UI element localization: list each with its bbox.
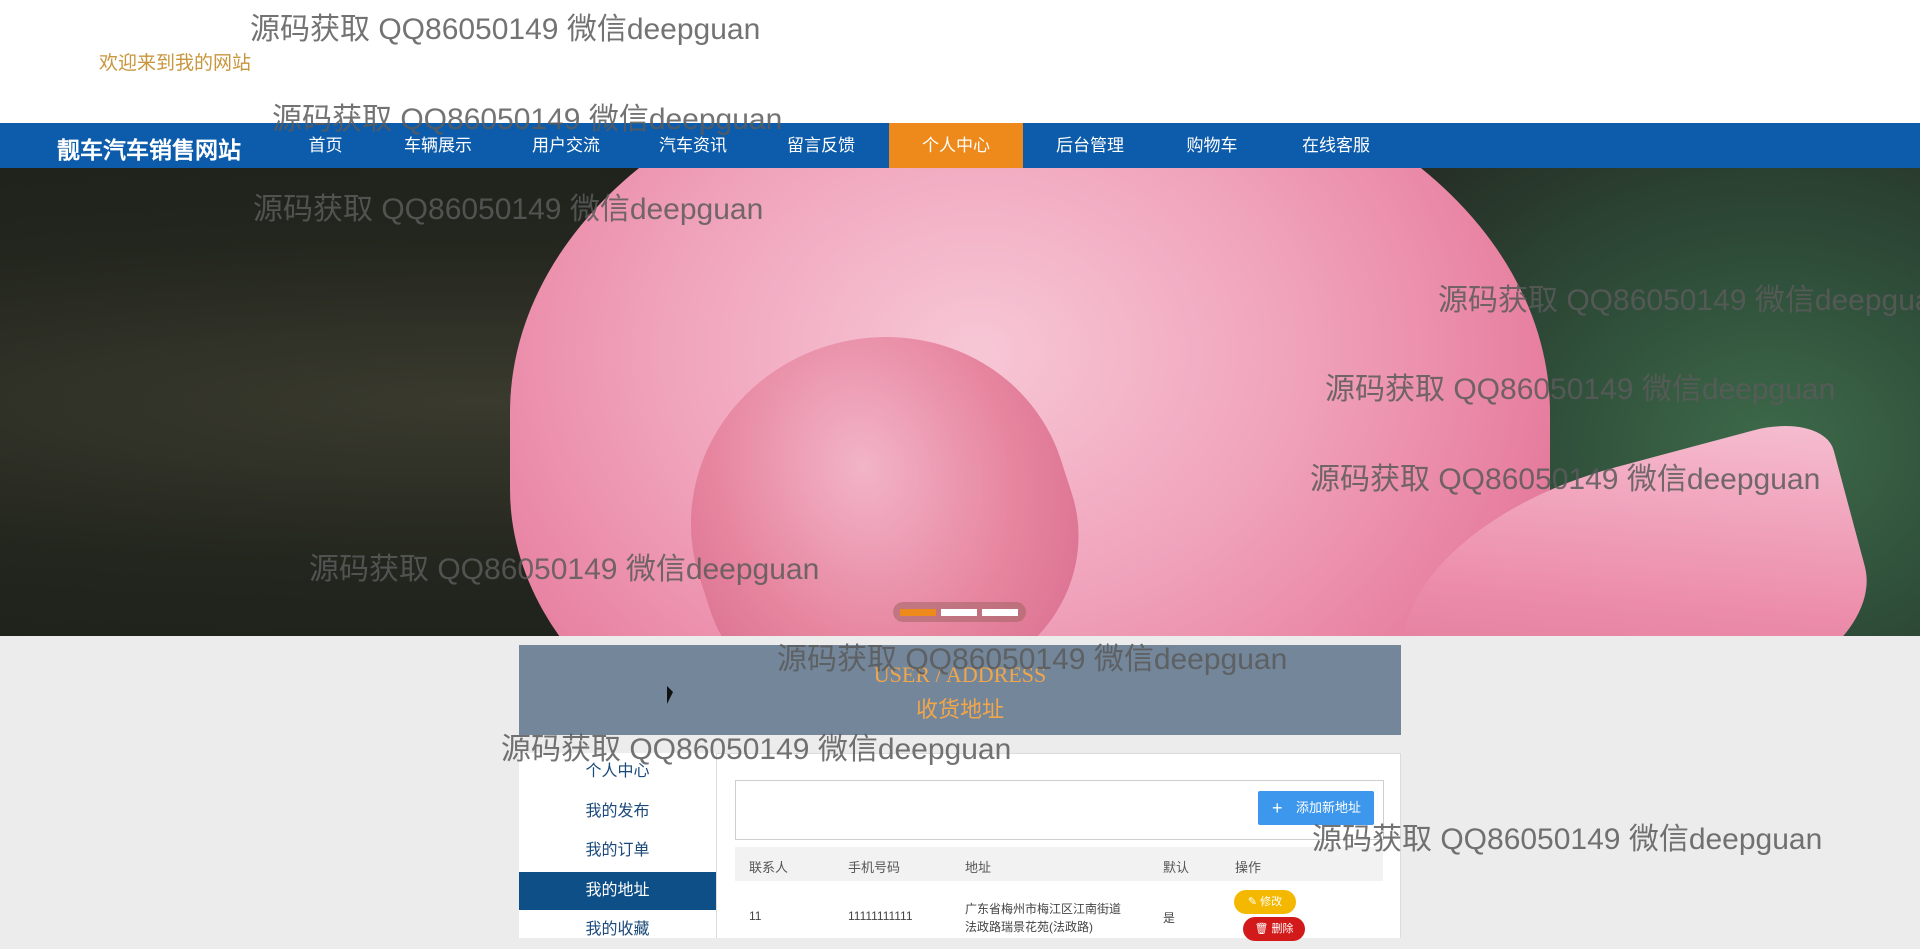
col-default: 默认 (1163, 860, 1190, 875)
top-header: 欢迎来到我的网站 (0, 0, 1920, 123)
side-menu-personal[interactable]: 个人中心 (519, 753, 716, 791)
section-title-en: USER / ADDRESS (873, 662, 1047, 687)
add-address-button[interactable]: + 添加新地址 (1258, 791, 1374, 825)
carousel-dot-3[interactable] (982, 609, 1018, 616)
side-menu-posts[interactable]: 我的发布 (519, 793, 716, 831)
nav-news[interactable]: 汽车资讯 (647, 123, 739, 168)
nav-admin[interactable]: 后台管理 (1044, 123, 1136, 168)
side-menu-favorites[interactable]: 我的收藏 (519, 911, 716, 949)
mouse-cursor-icon (667, 686, 673, 704)
nav-personal-center[interactable]: 个人中心 (889, 123, 1023, 168)
table-header: 联系人 手机号码 地址 默认 操作 (735, 847, 1383, 881)
carousel-banner[interactable] (0, 168, 1920, 636)
section-header: USER / ADDRESS 收货地址 (519, 645, 1401, 735)
trash-icon: 🗑 (1254, 923, 1272, 935)
nav-cars[interactable]: 车辆展示 (392, 123, 484, 168)
welcome-text: 欢迎来到我的网站 (99, 53, 252, 74)
nav-community[interactable]: 用户交流 (520, 123, 612, 168)
row-address-line1: 广东省梅州市梅江区江南街道 (965, 902, 1122, 916)
side-menu-address[interactable]: 我的地址 (519, 872, 716, 910)
main-navbar: 靓车汽车销售网站 首页 车辆展示 用户交流 汽车资讯 留言反馈 个人中心 后台管… (0, 123, 1920, 168)
delete-label: 删除 (1271, 923, 1294, 935)
nav-feedback[interactable]: 留言反馈 (775, 123, 867, 168)
nav-home[interactable]: 首页 (298, 123, 353, 168)
plus-icon: + (1272, 798, 1283, 818)
row-contact: 11 (749, 909, 762, 923)
edit-label: 修改 (1260, 896, 1283, 908)
nav-support[interactable]: 在线客服 (1290, 123, 1382, 168)
nav-cart[interactable]: 购物车 (1175, 123, 1249, 168)
user-side-menu: 个人中心 我的发布 我的订单 我的地址 我的收藏 (519, 753, 716, 938)
col-address: 地址 (965, 860, 992, 875)
carousel-indicators (893, 602, 1026, 622)
row-default: 是 (1163, 911, 1176, 925)
carousel-dot-2[interactable] (941, 609, 977, 616)
pencil-icon: ✎ (1247, 896, 1261, 908)
edit-address-button[interactable]: ✎ 修改 (1234, 890, 1296, 914)
col-actions: 操作 (1235, 860, 1262, 875)
side-menu-orders[interactable]: 我的订单 (519, 832, 716, 870)
carousel-dot-1[interactable] (900, 609, 936, 616)
col-phone: 手机号码 (848, 860, 901, 875)
col-contact: 联系人 (749, 860, 789, 875)
row-phone: 11111111111 (848, 909, 913, 923)
delete-address-button[interactable]: 🗑 删除 (1243, 917, 1305, 941)
row-address-line2: 法政路瑞景花苑(法政路) (965, 920, 1093, 934)
add-address-label: 添加新地址 (1296, 800, 1362, 815)
section-title-cn: 收货地址 (915, 697, 1004, 722)
site-brand[interactable]: 靓车汽车销售网站 (57, 131, 241, 165)
